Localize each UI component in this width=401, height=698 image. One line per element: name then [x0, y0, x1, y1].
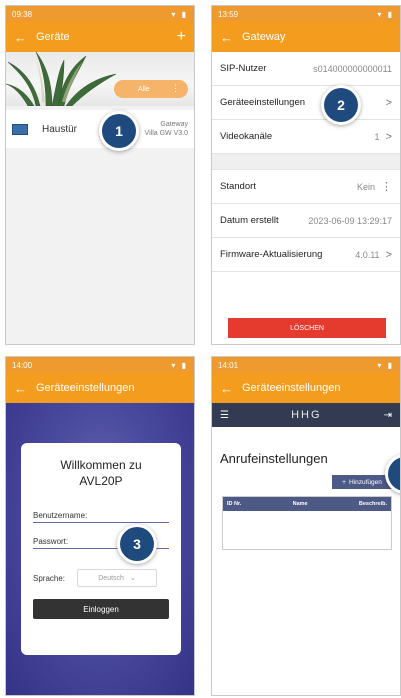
chevron-right-icon: > — [385, 130, 392, 143]
status-icons: ▾ ▮ — [171, 360, 188, 370]
chevron-down-icon: ⌄ — [129, 575, 136, 582]
back-arrow-icon[interactable]: ← — [220, 30, 242, 45]
page-title: Geräteeinstellungen — [242, 382, 341, 394]
step-badge-3: 3 — [120, 527, 154, 561]
status-time: 14:01 — [218, 360, 239, 370]
login-background: Willkommen zu AVL20P Benutzername: Passw… — [6, 403, 194, 695]
status-bar: 13:59 ▾ ▮ — [212, 6, 400, 22]
step-badge-2: 2 — [324, 88, 358, 122]
step-badge-1: 1 — [102, 114, 136, 148]
section-heading: Anrufeinstellungen — [220, 451, 328, 466]
row-sip-user: SIP-Nutzer s014000000000011 — [212, 52, 400, 86]
app-bar: ← Geräte + — [6, 22, 194, 52]
row-label: SIP-Nutzer — [220, 63, 267, 74]
section-divider — [212, 154, 400, 170]
row-date-created: Datum erstellt 2023-06-09 13:29:17 — [212, 204, 400, 238]
logout-icon[interactable]: ⇥ — [384, 410, 392, 421]
row-value: Kein — [356, 181, 375, 192]
language-select[interactable]: Deutsch ⌄ — [77, 569, 158, 587]
column-header-name: Name — [292, 501, 308, 507]
row-device-settings[interactable]: Geräteeinstellungen > — [212, 86, 400, 120]
screen-login: 14:00 ▾ ▮ ← Geräteeinstellungen Willkomm… — [5, 356, 195, 696]
hhg-logo: HHG — [291, 409, 322, 421]
row-label: Videokanäle — [220, 131, 273, 142]
row-location[interactable]: Standort Kein ⋮ — [212, 170, 400, 204]
device-type-label: Gateway — [160, 121, 188, 128]
language-label: Sprache: — [33, 573, 66, 583]
row-label: Standort — [220, 181, 256, 192]
status-time: 09:38 — [12, 9, 33, 19]
status-icons: ▾ ▮ — [377, 9, 394, 19]
app-bar: ← Gateway — [212, 22, 400, 52]
column-header-id: ID Nr. — [227, 501, 242, 507]
status-time: 14:00 — [12, 360, 33, 370]
page-title: Geräteeinstellungen — [36, 382, 135, 394]
app-bar: ← Geräteeinstellungen — [212, 373, 400, 403]
plant-banner-image: Alle ⋮ — [6, 52, 194, 106]
web-header-bar: ☰ HHG ⇥ — [212, 403, 400, 427]
row-label: Firmware-Aktualisierung — [220, 249, 323, 260]
device-row-haustuer[interactable]: Haustür Gateway Villa GW V3.0 — [6, 110, 194, 148]
welcome-line-2: AVL20P — [79, 474, 123, 488]
screen-gateway: 13:59 ▾ ▮ ← Gateway SIP-Nutzer s01400000… — [211, 5, 401, 345]
status-bar: 14:00 ▾ ▮ — [6, 357, 194, 373]
delete-button[interactable]: LÖSCHEN — [228, 318, 386, 338]
more-options-icon[interactable]: ⋮ — [381, 180, 392, 193]
filter-label: Alle — [138, 85, 150, 93]
call-settings-table: ID Nr. Name Beschreib. — [222, 496, 392, 550]
login-button[interactable]: Einloggen — [33, 599, 169, 619]
hamburger-menu-icon[interactable]: ☰ — [220, 410, 229, 421]
row-video-channels[interactable]: Videokanäle 1 > — [212, 120, 400, 154]
screen-call-settings: 14:01 ▾ ▮ ← Geräteeinstellungen ☰ HHG ⇥ … — [211, 356, 401, 696]
gateway-device-icon — [12, 123, 28, 135]
status-time: 13:59 — [218, 9, 239, 19]
plus-icon: + — [342, 478, 346, 486]
more-options-icon[interactable]: ⋮ — [171, 83, 180, 94]
status-icons: ▾ ▮ — [171, 9, 188, 19]
back-arrow-icon[interactable]: ← — [220, 381, 242, 396]
row-label: Geräteeinstellungen — [220, 97, 306, 108]
row-value: 4.0.11 — [355, 249, 380, 260]
status-icons: ▾ ▮ — [377, 360, 394, 370]
add-label: Hinzufügen — [348, 478, 382, 486]
row-value: 1 — [374, 131, 380, 142]
login-card: Willkommen zu AVL20P Benutzername: Passw… — [21, 443, 181, 655]
filter-all-button[interactable]: Alle ⋮ — [114, 80, 188, 98]
app-bar: ← Geräteeinstellungen — [6, 373, 194, 403]
chevron-right-icon: > — [385, 248, 392, 261]
device-type: Gateway Villa GW V3.0 — [145, 120, 188, 138]
row-value: 2023-06-09 13:29:17 — [308, 215, 392, 226]
language-row: Sprache: Deutsch ⌄ — [33, 569, 169, 587]
page-title: Geräte — [36, 31, 70, 43]
chevron-right-icon: > — [385, 96, 392, 109]
row-label: Datum erstellt — [220, 215, 279, 226]
language-value: Deutsch — [98, 574, 124, 582]
welcome-heading: Willkommen zu AVL20P — [33, 457, 169, 489]
column-header-description: Beschreib. — [358, 501, 387, 507]
status-bar: 09:38 ▾ ▮ — [6, 6, 194, 22]
device-model-label: Villa GW V3.0 — [144, 130, 188, 137]
username-field[interactable]: Benutzername: — [33, 511, 169, 523]
page-title: Gateway — [242, 31, 286, 43]
back-arrow-icon[interactable]: ← — [14, 381, 36, 396]
add-button[interactable]: + Hinzufügen — [332, 475, 392, 489]
table-header: ID Nr. Name Beschreib. — [223, 497, 391, 511]
screen-devices: 09:38 ▾ ▮ ← Geräte + Alle ⋮ Haustür Gate… — [5, 5, 195, 345]
back-arrow-icon[interactable]: ← — [14, 30, 36, 45]
welcome-line-1: Willkommen zu — [60, 458, 142, 472]
add-device-button[interactable]: + — [177, 28, 186, 46]
status-bar: 14:01 ▾ ▮ — [212, 357, 400, 373]
row-firmware-update[interactable]: Firmware-Aktualisierung 4.0.11 > — [212, 238, 400, 272]
row-value: s014000000000011 — [313, 63, 392, 74]
